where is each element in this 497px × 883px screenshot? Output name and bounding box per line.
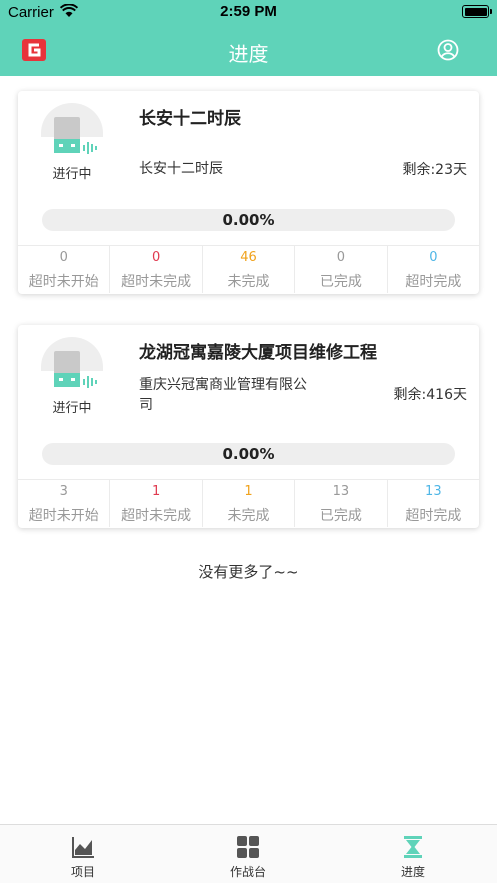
grid-icon [237, 836, 259, 858]
user-circle-icon[interactable] [437, 39, 459, 61]
stat-value: 0 [59, 250, 68, 265]
stat-completed-late[interactable]: 0 超时完成 [386, 246, 479, 293]
tab-progress[interactable]: 进度 [353, 825, 473, 883]
progress-percent: 0.00% [222, 445, 275, 463]
task-stats: 0 超时未开始 0 超时未完成 46 未完成 0 已完成 0 超时完成 [18, 245, 479, 293]
stat-completed-late[interactable]: 13 超时完成 [386, 480, 479, 527]
status-bar: Carrier 2:59 PM [0, 0, 497, 24]
stat-label: 超时未完成 [121, 508, 192, 524]
stat-completed[interactable]: 13 已完成 [294, 480, 386, 527]
clock: 2:59 PM [220, 3, 277, 20]
stat-label: 未完成 [227, 274, 270, 290]
project-avatar-icon [41, 337, 103, 388]
stat-label: 未完成 [227, 508, 270, 524]
page-title: 进度 [228, 42, 269, 66]
tab-bar: 项目 作战台 进度 [0, 824, 497, 883]
stat-label: 超时未开始 [28, 508, 99, 524]
project-company: 长安十二时辰 [139, 161, 223, 177]
stat-value: 1 [244, 484, 253, 499]
header-bar: Carrier 2:59 PM 进度 [0, 0, 497, 76]
task-stats: 3 超时未开始 1 超时未完成 1 未完成 13 已完成 13 超时完成 [18, 479, 479, 527]
stat-value: 46 [240, 250, 257, 265]
hourglass-icon [404, 836, 422, 858]
remaining-days: 剩余:416天 [393, 387, 467, 403]
stat-value: 3 [59, 484, 68, 499]
stat-overdue-not-started[interactable]: 0 超时未开始 [18, 246, 109, 293]
stat-overdue-incomplete[interactable]: 0 超时未完成 [109, 246, 201, 293]
tab-label: 项目 [70, 865, 95, 879]
stat-label: 超时未完成 [121, 274, 192, 290]
remaining-days: 剩余:23天 [402, 162, 467, 178]
project-avatar-icon [41, 103, 103, 154]
stat-label: 已完成 [319, 274, 362, 290]
stat-value: 0 [429, 250, 438, 265]
project-card[interactable]: 进行中 龙湖冠寓嘉陵大厦项目维修工程 重庆兴冠寓商业管理有限公司 剩余:416天… [18, 325, 479, 528]
stat-label: 超时未开始 [28, 274, 99, 290]
stat-value: 0 [336, 250, 346, 265]
project-company: 重庆兴冠寓商业管理有限公司 [139, 377, 307, 413]
stat-overdue-incomplete[interactable]: 1 超时未完成 [109, 480, 201, 527]
battery-icon [462, 5, 492, 18]
stat-completed[interactable]: 0 已完成 [294, 246, 386, 293]
progress-bar: 0.00% [42, 443, 455, 465]
project-name: 长安十二时辰 [139, 109, 241, 129]
project-state: 进行中 [52, 401, 92, 416]
progress-percent: 0.00% [222, 211, 275, 229]
stat-value: 0 [151, 250, 161, 265]
stat-label: 已完成 [319, 508, 362, 524]
stat-incomplete[interactable]: 46 未完成 [201, 246, 294, 293]
stat-incomplete[interactable]: 1 未完成 [201, 480, 294, 527]
project-name: 龙湖冠寓嘉陵大厦项目维修工程 [139, 343, 377, 363]
project-state: 进行中 [52, 167, 92, 182]
progress-bar: 0.00% [42, 209, 455, 231]
stat-label: 超时完成 [405, 274, 462, 290]
stat-label: 超时完成 [405, 508, 462, 524]
tab-label: 进度 [400, 865, 425, 879]
end-of-list-text: 没有更多了~~ [198, 563, 299, 581]
tab-projects[interactable]: 项目 [23, 825, 143, 883]
tab-workbench[interactable]: 作战台 [188, 825, 308, 883]
project-card[interactable]: 进行中 长安十二时辰 长安十二时辰 剩余:23天 0.00% 0 超时未开始 0… [18, 91, 479, 294]
tab-label: 作战台 [229, 865, 266, 879]
stat-overdue-not-started[interactable]: 3 超时未开始 [18, 480, 109, 527]
chart-icon [72, 837, 94, 858]
stat-value: 13 [425, 484, 442, 499]
stat-value: 1 [151, 484, 161, 499]
stat-value: 13 [332, 484, 350, 499]
